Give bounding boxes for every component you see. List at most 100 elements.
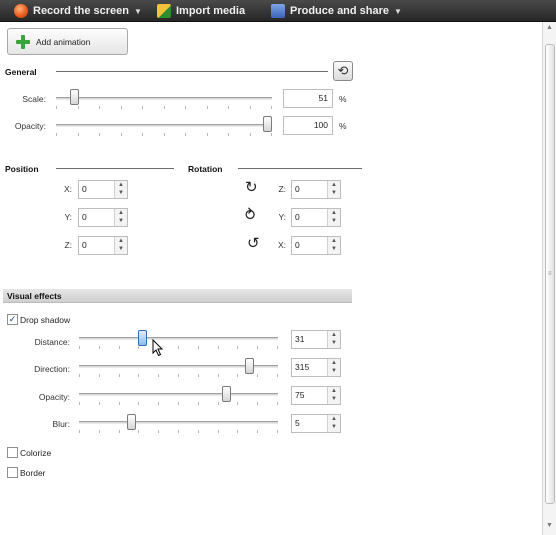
record-icon xyxy=(14,4,28,18)
scrollbar-thumb[interactable]: ≡ xyxy=(545,44,555,504)
spinner-down-icon[interactable]: ▼ xyxy=(328,189,340,197)
grip-icon: ≡ xyxy=(548,271,552,277)
scale-label: Scale: xyxy=(22,94,46,104)
slider-tick xyxy=(158,374,159,377)
spinner-up-icon[interactable]: ▲ xyxy=(115,209,127,217)
shadow-opacity-slider-track[interactable] xyxy=(79,393,278,396)
spinner-down-icon[interactable]: ▼ xyxy=(328,367,340,375)
slider-tick xyxy=(119,374,120,377)
position-y-label: Y: xyxy=(64,212,72,222)
slider-tick xyxy=(56,133,57,136)
direction-slider-ticks xyxy=(79,374,278,378)
slider-tick xyxy=(99,133,100,136)
rotation-y-spinner[interactable]: 0 ▲ ▼ xyxy=(291,208,341,227)
drop-shadow-checkbox[interactable]: ✓ xyxy=(7,314,18,325)
visual-effects-heading: Visual effects xyxy=(3,289,352,303)
spinner-down-icon[interactable]: ▼ xyxy=(115,245,127,253)
import-media-button[interactable]: Import media xyxy=(157,0,245,22)
divider xyxy=(56,71,328,72)
slider-tick xyxy=(79,374,80,377)
spinner-up-icon[interactable]: ▲ xyxy=(328,387,340,395)
scroll-up-icon[interactable]: ▲ xyxy=(543,24,556,34)
spinner-down-icon[interactable]: ▼ xyxy=(328,423,340,431)
slider-tick xyxy=(178,430,179,433)
slider-tick xyxy=(257,402,258,405)
divider xyxy=(56,168,174,169)
rotation-x-spinner[interactable]: 0 ▲ ▼ xyxy=(291,236,341,255)
spinner-down-icon[interactable]: ▼ xyxy=(328,245,340,253)
direction-slider-thumb[interactable] xyxy=(245,358,255,374)
slider-tick xyxy=(178,402,179,405)
slider-tick xyxy=(257,430,258,433)
blur-slider-thumb[interactable] xyxy=(126,414,136,430)
spinner-up-icon[interactable]: ▲ xyxy=(328,209,340,217)
spinner-up-icon[interactable]: ▲ xyxy=(328,181,340,189)
rotation-z-spinner[interactable]: 0 ▲ ▼ xyxy=(291,180,341,199)
spinner-down-icon[interactable]: ▼ xyxy=(328,339,340,347)
scale-slider-thumb[interactable] xyxy=(70,89,80,105)
slider-tick xyxy=(119,346,120,349)
scale-slider-track[interactable] xyxy=(56,97,272,100)
slider-tick xyxy=(56,106,57,109)
slider-tick xyxy=(198,374,199,377)
rotation-y-label: Y: xyxy=(278,212,286,222)
slider-tick xyxy=(257,374,258,377)
spinner-up-icon[interactable]: ▲ xyxy=(328,415,340,423)
direction-label: Direction: xyxy=(34,364,70,374)
blur-spinner[interactable]: 5 ▲ ▼ xyxy=(291,414,341,433)
add-animation-button[interactable]: Add animation xyxy=(7,28,128,55)
border-label: Border xyxy=(20,468,46,478)
spinner-up-icon[interactable]: ▲ xyxy=(115,181,127,189)
blur-slider-ticks xyxy=(79,430,278,434)
chevron-down-icon: ▼ xyxy=(133,6,142,16)
drop-shadow-label: Drop shadow xyxy=(20,315,71,325)
spinner-down-icon[interactable]: ▼ xyxy=(328,395,340,403)
reset-button[interactable]: ⟲ xyxy=(333,61,353,81)
slider-tick xyxy=(185,106,186,109)
border-checkbox[interactable] xyxy=(7,467,18,478)
opacity-value-field[interactable]: 100 xyxy=(283,116,333,135)
opacity-slider-ticks xyxy=(56,133,272,137)
reset-icon: ⟲ xyxy=(337,63,349,78)
produce-share-button[interactable]: Produce and share ▼ xyxy=(271,0,402,22)
slider-tick xyxy=(79,402,80,405)
slider-tick xyxy=(237,346,238,349)
rotate-y-icon: ⥁ xyxy=(245,207,256,224)
shadow-opacity-slider-thumb[interactable] xyxy=(221,386,231,402)
slider-tick xyxy=(158,402,159,405)
distance-slider-track[interactable] xyxy=(79,337,278,340)
slider-tick xyxy=(178,374,179,377)
plus-icon xyxy=(16,34,30,49)
spinner-down-icon[interactable]: ▼ xyxy=(115,189,127,197)
spinner-down-icon[interactable]: ▼ xyxy=(328,217,340,225)
slider-tick xyxy=(99,374,100,377)
distance-spinner[interactable]: 31 ▲ ▼ xyxy=(291,330,341,349)
opacity-slider-track[interactable] xyxy=(56,124,272,127)
slider-tick xyxy=(228,106,229,109)
spinner-up-icon[interactable]: ▲ xyxy=(328,331,340,339)
colorize-checkbox[interactable] xyxy=(7,447,18,458)
blur-slider-track[interactable] xyxy=(79,421,278,424)
spinner-up-icon[interactable]: ▲ xyxy=(115,237,127,245)
slider-tick xyxy=(185,133,186,136)
position-z-spinner[interactable]: 0 ▲ ▼ xyxy=(78,236,128,255)
produce-share-icon xyxy=(271,4,285,18)
shadow-opacity-spinner[interactable]: 75 ▲ ▼ xyxy=(291,386,341,405)
position-x-spinner[interactable]: 0 ▲ ▼ xyxy=(78,180,128,199)
opacity-slider-thumb[interactable] xyxy=(263,116,272,132)
direction-spinner[interactable]: 315 ▲ ▼ xyxy=(291,358,341,377)
slider-tick xyxy=(138,402,139,405)
slider-tick xyxy=(207,106,208,109)
spinner-down-icon[interactable]: ▼ xyxy=(115,217,127,225)
spinner-up-icon[interactable]: ▲ xyxy=(328,359,340,367)
scroll-down-icon[interactable]: ▼ xyxy=(543,522,556,532)
slider-tick xyxy=(218,346,219,349)
spinner-up-icon[interactable]: ▲ xyxy=(328,237,340,245)
slider-tick xyxy=(237,374,238,377)
vertical-scrollbar[interactable]: ▲ ≡ ▼ xyxy=(542,22,556,535)
record-screen-button[interactable]: Record the screen ▼ xyxy=(14,0,142,22)
distance-slider-thumb[interactable] xyxy=(137,330,147,346)
slider-tick xyxy=(79,346,80,349)
position-y-spinner[interactable]: 0 ▲ ▼ xyxy=(78,208,128,227)
scale-value-field[interactable]: 51 xyxy=(283,89,333,108)
